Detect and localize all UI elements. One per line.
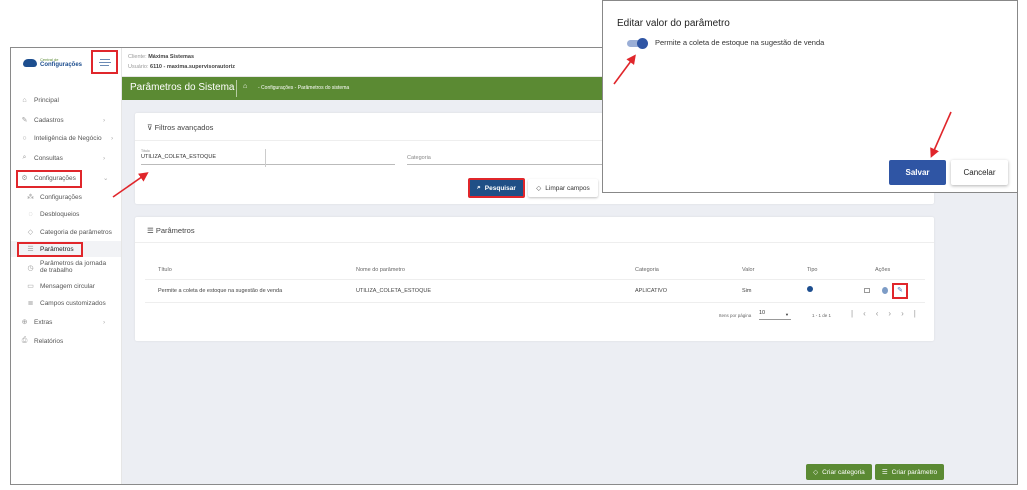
arrow xyxy=(112,172,149,198)
arrow xyxy=(613,54,636,85)
annotation-arrows xyxy=(112,54,952,198)
arrow xyxy=(930,111,952,158)
